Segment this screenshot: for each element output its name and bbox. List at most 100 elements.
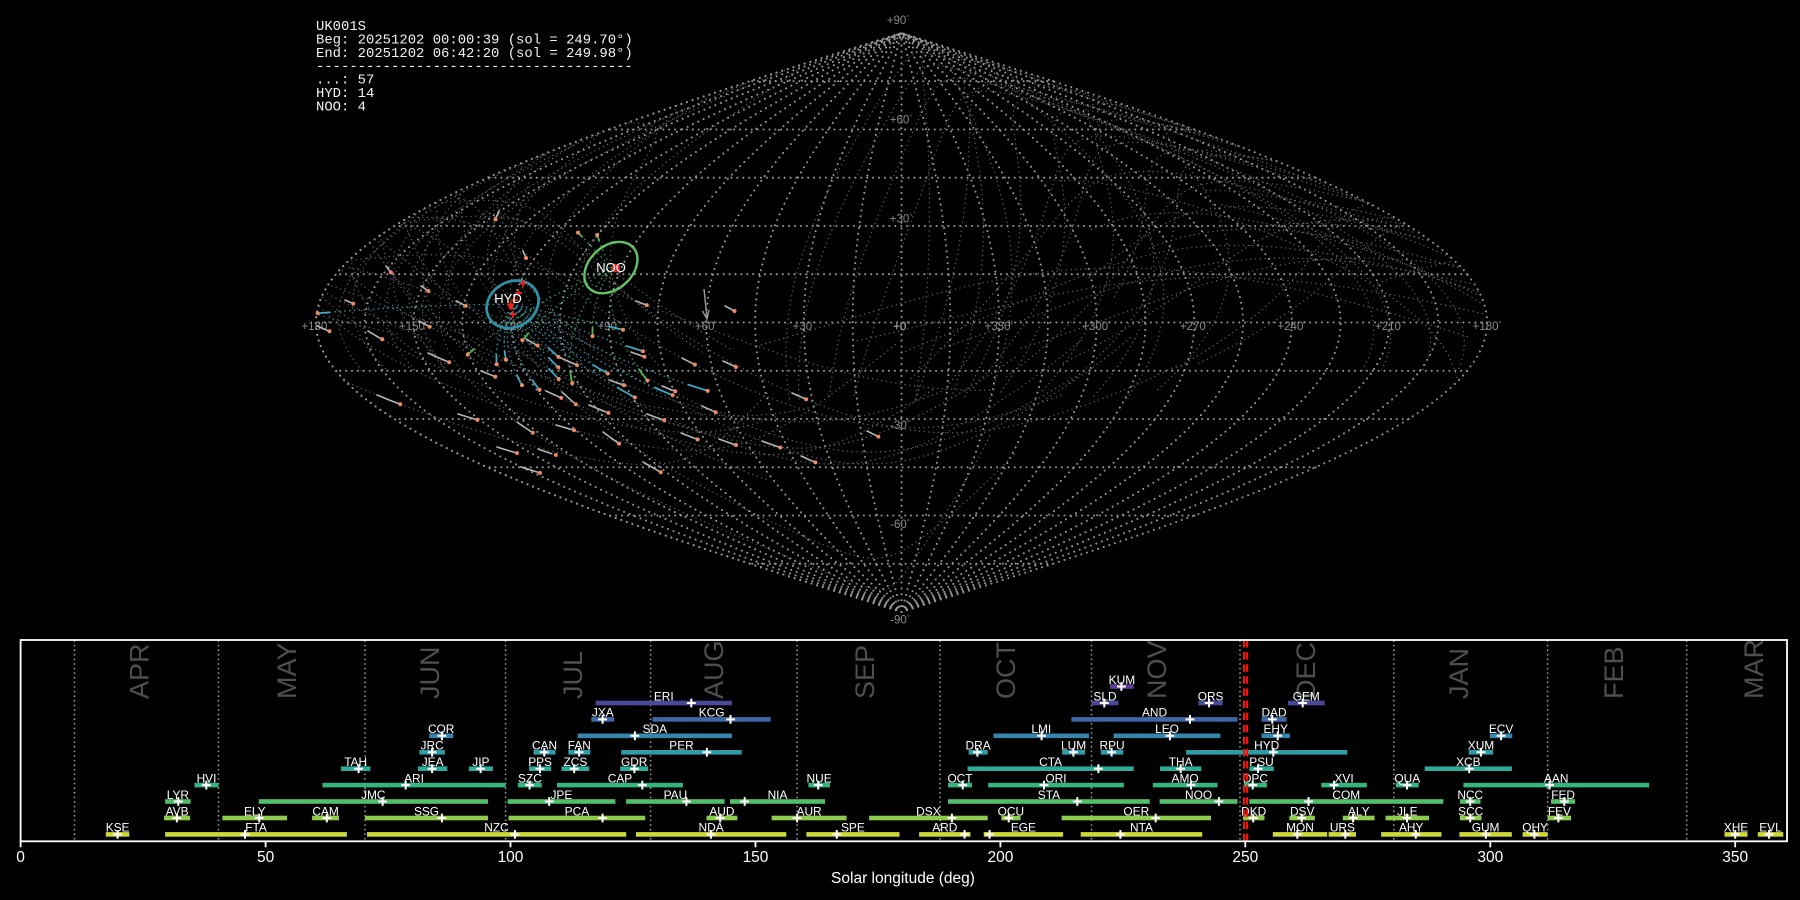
- svg-text:HYD: HYD: [494, 291, 521, 306]
- svg-text:STA: STA: [1038, 788, 1060, 802]
- svg-text:PCA: PCA: [565, 804, 590, 818]
- svg-text:AUG: AUG: [699, 640, 729, 699]
- svg-text:+270°: +270°: [1180, 319, 1209, 333]
- svg-text:XHE: XHE: [1724, 821, 1749, 835]
- svg-text:+30°: +30°: [890, 212, 913, 226]
- svg-text:NOO: NOO: [596, 260, 626, 275]
- svg-text:DSV: DSV: [1290, 804, 1315, 818]
- svg-text:MON: MON: [1286, 821, 1314, 835]
- svg-text:URS: URS: [1330, 821, 1355, 835]
- svg-text:LYR: LYR: [167, 788, 190, 802]
- svg-text:+180°: +180°: [1473, 319, 1502, 333]
- svg-text:JIP: JIP: [472, 755, 489, 769]
- svg-text:NUE: NUE: [807, 771, 832, 785]
- svg-text:JPE: JPE: [550, 788, 572, 802]
- svg-text:DRA: DRA: [966, 739, 991, 753]
- svg-text:ALY: ALY: [1348, 804, 1370, 818]
- svg-text:+240°: +240°: [1277, 319, 1306, 333]
- svg-text:CAN: CAN: [532, 739, 557, 753]
- svg-text:DSX: DSX: [916, 804, 941, 818]
- svg-text:JUL: JUL: [558, 651, 588, 699]
- svg-text:JXA: JXA: [592, 706, 614, 720]
- svg-text:PPS: PPS: [528, 755, 552, 769]
- svg-text:RPU: RPU: [1100, 739, 1125, 753]
- svg-text:FAN: FAN: [568, 739, 591, 753]
- svg-text:150: 150: [743, 849, 769, 866]
- svg-text:QHY: QHY: [1522, 821, 1548, 835]
- svg-text:AAN: AAN: [1544, 771, 1568, 785]
- svg-text:ERI: ERI: [654, 689, 674, 703]
- svg-text:SCC: SCC: [1458, 804, 1484, 818]
- svg-text:250: 250: [1232, 849, 1258, 866]
- svg-text:ORI: ORI: [1045, 771, 1066, 785]
- svg-text:200: 200: [987, 849, 1013, 866]
- svg-text:CAM: CAM: [312, 804, 338, 818]
- svg-text:COR: COR: [428, 722, 455, 736]
- svg-text:OCT: OCT: [991, 642, 1021, 699]
- svg-text:NTA: NTA: [1130, 821, 1153, 835]
- svg-text:DAD: DAD: [1261, 706, 1287, 720]
- svg-text:MAY: MAY: [272, 642, 302, 699]
- svg-text:ARD: ARD: [932, 821, 958, 835]
- svg-text:PAU: PAU: [664, 788, 688, 802]
- svg-text:AUR: AUR: [797, 804, 823, 818]
- svg-text:XCB: XCB: [1456, 755, 1481, 769]
- svg-text:SDA: SDA: [643, 722, 668, 736]
- svg-text:SEP: SEP: [850, 645, 880, 699]
- svg-text:JMC: JMC: [361, 788, 386, 802]
- svg-text:FTA: FTA: [245, 821, 267, 835]
- svg-text:PER: PER: [669, 739, 694, 753]
- svg-text:AUD: AUD: [709, 804, 735, 818]
- svg-text:XUM: XUM: [1468, 739, 1494, 753]
- svg-text:OCU: OCU: [998, 804, 1024, 818]
- svg-text:ZCS: ZCS: [564, 755, 588, 769]
- svg-text:ECV: ECV: [1489, 722, 1514, 736]
- svg-text:NIA: NIA: [768, 788, 788, 802]
- svg-text:APR: APR: [124, 643, 154, 699]
- svg-text:0: 0: [16, 849, 25, 866]
- svg-text:JAN: JAN: [1444, 648, 1474, 699]
- svg-text:KSE: KSE: [106, 821, 130, 835]
- svg-text:JRC: JRC: [421, 739, 445, 753]
- svg-text:PSU: PSU: [1249, 755, 1273, 769]
- svg-text:NCC: NCC: [1457, 788, 1483, 802]
- svg-text:FEV: FEV: [1548, 804, 1571, 818]
- svg-text:GEM: GEM: [1293, 689, 1320, 703]
- svg-text:AVB: AVB: [166, 804, 189, 818]
- svg-text:+60°: +60°: [695, 319, 718, 333]
- svg-text:SSG: SSG: [414, 804, 439, 818]
- svg-text:OCT: OCT: [947, 771, 972, 785]
- svg-text:EGE: EGE: [1011, 821, 1036, 835]
- svg-text:NOV: NOV: [1142, 640, 1172, 699]
- svg-text:SLD: SLD: [1093, 689, 1117, 703]
- svg-text:Solar longitude (deg): Solar longitude (deg): [831, 870, 975, 887]
- svg-text:LUM: LUM: [1061, 739, 1086, 753]
- svg-text:JUN: JUN: [415, 647, 445, 700]
- svg-text:NOO: 4: NOO: 4: [316, 99, 366, 115]
- svg-text:+180°: +180°: [301, 319, 330, 333]
- svg-text:AMO: AMO: [1172, 771, 1199, 785]
- svg-text:EVL: EVL: [1759, 821, 1782, 835]
- svg-text:GDR: GDR: [621, 755, 648, 769]
- svg-text:NDA: NDA: [699, 821, 724, 835]
- svg-text:+30°: +30°: [793, 319, 816, 333]
- svg-text:ELY: ELY: [244, 804, 266, 818]
- svg-text:JLE: JLE: [1397, 804, 1418, 818]
- svg-text:OER: OER: [1123, 804, 1149, 818]
- svg-text:SZC: SZC: [518, 771, 542, 785]
- svg-text:ARI: ARI: [404, 771, 424, 785]
- svg-text:+210°: +210°: [1375, 319, 1404, 333]
- svg-text:+300°: +300°: [1082, 319, 1111, 333]
- svg-text:QUA: QUA: [1394, 771, 1420, 785]
- svg-text:MAR: MAR: [1739, 639, 1769, 699]
- svg-text:AND: AND: [1142, 706, 1168, 720]
- svg-text:SPE: SPE: [841, 821, 865, 835]
- svg-text:CTA: CTA: [1039, 755, 1062, 769]
- svg-text:NZC: NZC: [484, 821, 509, 835]
- svg-text:KCG: KCG: [699, 706, 725, 720]
- svg-text:LEO: LEO: [1155, 722, 1179, 736]
- svg-text:ORS: ORS: [1198, 689, 1224, 703]
- svg-text:AHY: AHY: [1399, 821, 1424, 835]
- svg-text:50: 50: [257, 849, 275, 866]
- svg-text:FEB: FEB: [1599, 646, 1629, 699]
